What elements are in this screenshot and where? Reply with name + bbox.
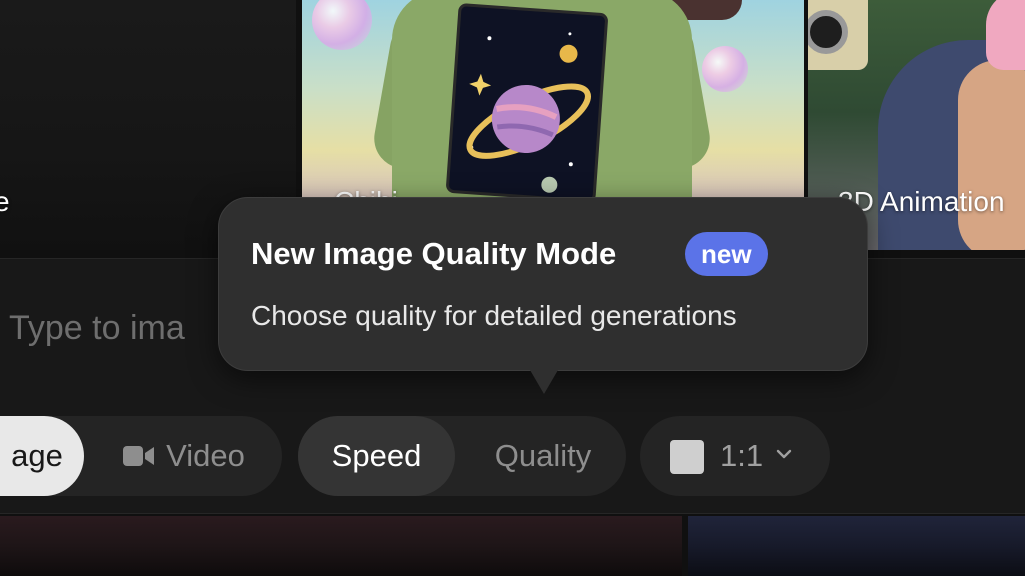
gallery-thumbnail[interactable] bbox=[688, 516, 1025, 576]
speed-option-button[interactable]: Speed bbox=[298, 416, 455, 496]
tooltip-arrow bbox=[530, 370, 558, 394]
square-ratio-icon bbox=[670, 440, 704, 474]
gallery-thumbnail[interactable] bbox=[0, 516, 682, 576]
aspect-ratio-label: 1:1 bbox=[720, 438, 764, 473]
prompt-input[interactable] bbox=[0, 306, 220, 350]
quality-option-button[interactable]: Quality bbox=[462, 416, 624, 496]
tooltip-description: Choose quality for detailed generations bbox=[251, 300, 737, 331]
image-mode-button[interactable]: age bbox=[0, 416, 84, 496]
bubble-decoration bbox=[702, 46, 748, 92]
new-badge: new bbox=[685, 232, 768, 276]
quality-toggle: Speed Quality bbox=[298, 416, 626, 496]
image-mode-label: age bbox=[11, 438, 63, 473]
video-camera-icon bbox=[123, 446, 155, 466]
speed-option-label: Speed bbox=[331, 438, 422, 473]
quality-option-label: Quality bbox=[494, 438, 592, 473]
bubble-decoration bbox=[312, 0, 372, 50]
mode-toggle: age Video bbox=[0, 416, 282, 496]
arm-illustration bbox=[958, 60, 1025, 250]
ice-cream-illustration bbox=[986, 0, 1025, 70]
chevron-down-icon bbox=[776, 449, 792, 459]
video-mode-button[interactable]: Video bbox=[100, 416, 268, 496]
feature-tooltip: New Image Quality Mode new Choose qualit… bbox=[218, 197, 868, 371]
planet-icon bbox=[466, 32, 591, 193]
style-card-label: ce bbox=[0, 186, 10, 217]
tooltip-title: New Image Quality Mode bbox=[251, 236, 617, 271]
planet-print-illustration bbox=[445, 2, 609, 204]
aspect-ratio-dropdown[interactable]: 1:1 bbox=[640, 416, 830, 496]
video-mode-label: Video bbox=[166, 438, 245, 473]
car-decoration bbox=[808, 0, 868, 70]
